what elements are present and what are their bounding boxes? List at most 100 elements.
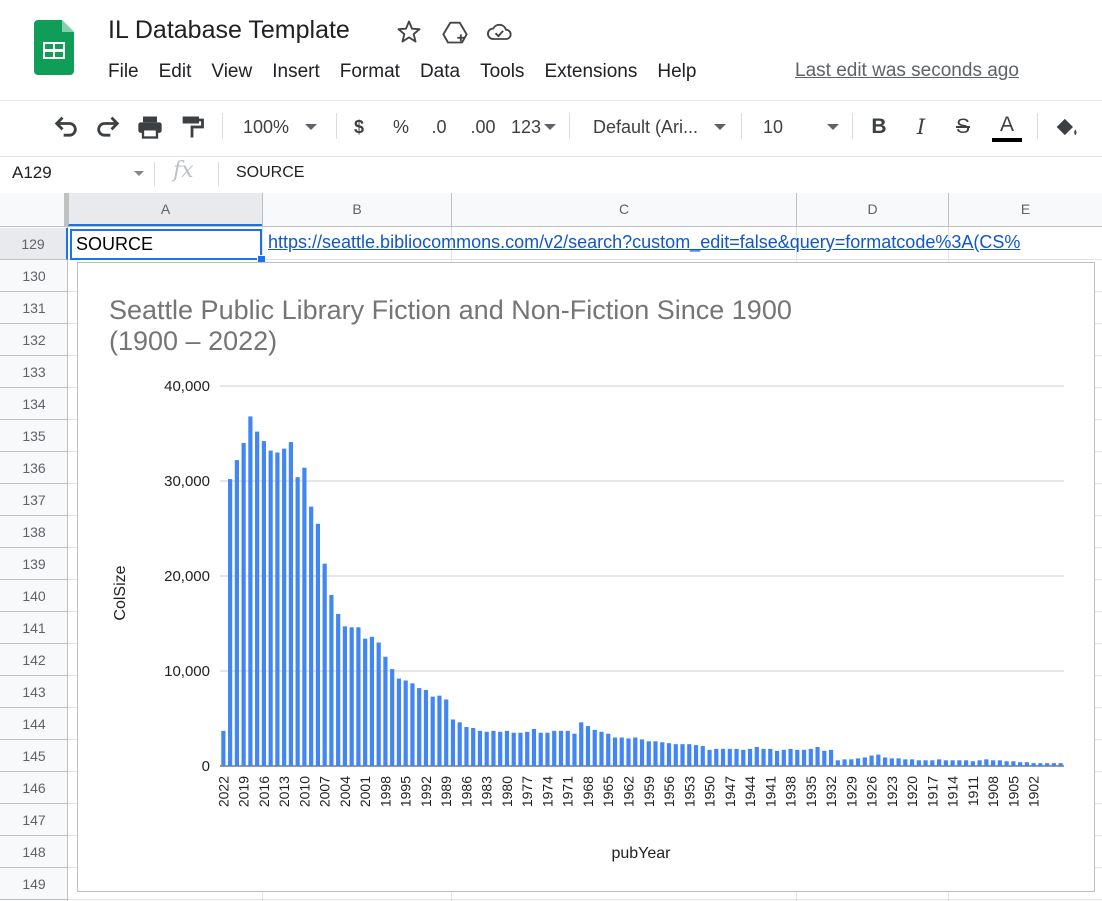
bar[interactable]	[282, 448, 287, 766]
bar[interactable]	[619, 737, 624, 767]
row-header[interactable]: 135	[0, 420, 68, 452]
menu-file[interactable]: File	[98, 61, 149, 83]
bar[interactable]	[518, 732, 523, 766]
bar[interactable]	[984, 759, 989, 766]
bar[interactable]	[356, 627, 361, 766]
bar[interactable]	[700, 746, 705, 766]
row-header[interactable]: 129	[0, 228, 68, 260]
column-header-c[interactable]: C	[451, 193, 796, 226]
bar[interactable]	[970, 761, 975, 766]
row-header[interactable]: 139	[0, 548, 68, 580]
bar[interactable]	[565, 730, 570, 766]
row-header[interactable]: 149	[0, 868, 68, 900]
bar[interactable]	[673, 744, 678, 766]
bar[interactable]	[997, 760, 1002, 766]
bar[interactable]	[336, 614, 341, 766]
row-header[interactable]: 131	[0, 292, 68, 324]
bar[interactable]	[950, 760, 955, 766]
bar[interactable]	[1045, 763, 1050, 766]
bar[interactable]	[747, 748, 753, 766]
bar[interactable]	[680, 744, 685, 766]
document-title[interactable]: IL Database Template	[108, 16, 350, 45]
bar[interactable]	[471, 728, 476, 766]
bar[interactable]	[599, 731, 604, 766]
bar[interactable]	[511, 732, 516, 766]
undo-icon[interactable]	[52, 101, 80, 153]
bar[interactable]	[774, 750, 780, 766]
menu-extensions[interactable]: Extensions	[534, 61, 647, 83]
bar[interactable]	[322, 563, 327, 766]
bar[interactable]	[923, 760, 928, 766]
bar[interactable]	[592, 729, 597, 766]
bar[interactable]	[255, 431, 260, 766]
bar[interactable]	[329, 595, 334, 766]
bar[interactable]	[801, 749, 807, 766]
row-header[interactable]: 141	[0, 612, 68, 644]
bar[interactable]	[498, 731, 503, 766]
increase-decimal-button[interactable]: .00	[468, 101, 498, 153]
row-header[interactable]: 134	[0, 388, 68, 420]
bar[interactable]	[477, 730, 483, 766]
bar[interactable]	[268, 450, 273, 766]
bar[interactable]	[936, 759, 942, 766]
row-header[interactable]: 130	[0, 260, 68, 292]
font-family-dropdown-icon[interactable]	[713, 101, 727, 153]
bar[interactable]	[248, 416, 253, 766]
bar[interactable]	[363, 638, 368, 766]
zoom-dropdown-icon[interactable]	[304, 101, 318, 153]
bar[interactable]	[720, 748, 726, 766]
bar[interactable]	[849, 759, 854, 766]
bar[interactable]	[572, 733, 577, 766]
row-header[interactable]: 144	[0, 708, 68, 740]
row-header[interactable]: 145	[0, 740, 68, 772]
bar[interactable]	[457, 722, 462, 766]
zoom-value[interactable]: 100%	[242, 101, 290, 153]
bar[interactable]	[464, 727, 469, 766]
bar[interactable]	[835, 760, 840, 766]
bar[interactable]	[450, 719, 456, 766]
name-box[interactable]: A129	[12, 163, 52, 183]
bar[interactable]	[288, 442, 293, 766]
menu-data[interactable]: Data	[410, 61, 470, 83]
name-box-dropdown-icon[interactable]	[134, 171, 144, 176]
move-to-drive-icon[interactable]	[441, 18, 469, 46]
bar[interactable]	[646, 741, 651, 766]
bar[interactable]	[241, 443, 246, 766]
bar[interactable]	[606, 733, 611, 766]
column-header-a[interactable]: A	[68, 193, 262, 226]
bar[interactable]	[828, 749, 834, 766]
bar[interactable]	[768, 748, 773, 766]
bar[interactable]	[795, 749, 800, 766]
bar[interactable]	[369, 636, 375, 766]
bar[interactable]	[660, 742, 665, 766]
bar[interactable]	[558, 730, 564, 766]
bar[interactable]	[390, 669, 395, 766]
formula-input[interactable]: SOURCE	[236, 164, 304, 182]
menu-format[interactable]: Format	[330, 61, 410, 83]
select-all-corner[interactable]	[0, 193, 68, 226]
bold-button[interactable]: B	[867, 101, 891, 153]
bar[interactable]	[869, 755, 874, 766]
bar[interactable]	[552, 730, 557, 766]
text-color-button[interactable]: A	[992, 101, 1022, 153]
bar[interactable]	[1038, 763, 1043, 766]
bar[interactable]	[957, 760, 962, 766]
bar[interactable]	[484, 731, 489, 766]
bar[interactable]	[444, 699, 449, 767]
bar[interactable]	[585, 726, 591, 766]
font-size-dropdown-icon[interactable]	[826, 101, 840, 153]
bar[interactable]	[761, 748, 766, 766]
bar[interactable]	[383, 656, 388, 766]
bar[interactable]	[275, 452, 280, 767]
column-header-d[interactable]: D	[796, 193, 948, 226]
bar[interactable]	[991, 760, 996, 766]
bar[interactable]	[1051, 763, 1056, 766]
bar[interactable]	[822, 750, 827, 766]
bar[interactable]	[754, 747, 759, 766]
row-header[interactable]: 142	[0, 644, 68, 676]
row-header[interactable]: 138	[0, 516, 68, 548]
bar[interactable]	[964, 760, 969, 766]
bar[interactable]	[315, 523, 320, 766]
menu-edit[interactable]: Edit	[149, 61, 202, 83]
bar[interactable]	[1031, 763, 1036, 766]
